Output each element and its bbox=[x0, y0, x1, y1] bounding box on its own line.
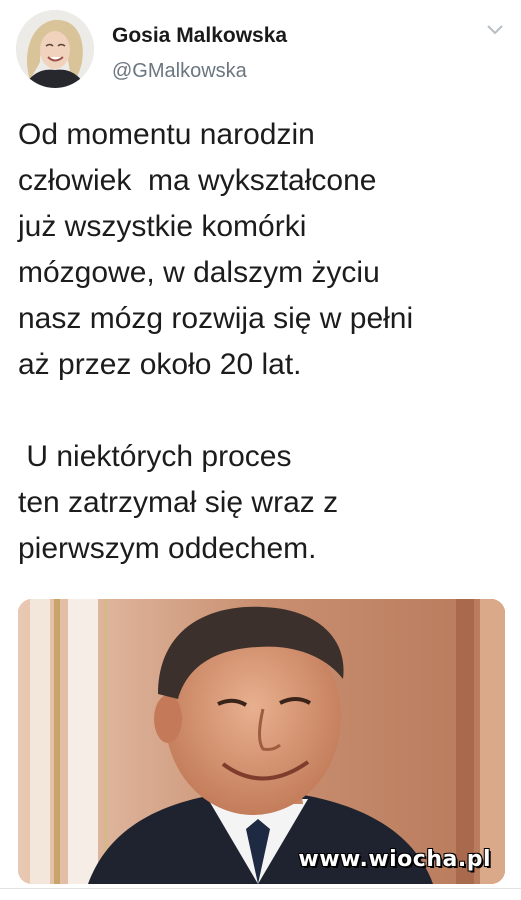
author-name[interactable]: Gosia Malkowska bbox=[112, 24, 287, 48]
avatar-image bbox=[16, 10, 94, 88]
tweet-card: Gosia Malkowska @GMalkowska Od momentu n… bbox=[0, 0, 521, 900]
author-handle[interactable]: @GMalkowska bbox=[112, 60, 247, 83]
avatar[interactable] bbox=[16, 10, 94, 88]
watermark: www.wiocha.pl bbox=[298, 847, 491, 872]
tweet-photo[interactable]: www.wiocha.pl bbox=[18, 599, 505, 884]
chevron-down-icon[interactable] bbox=[486, 24, 504, 36]
divider bbox=[0, 888, 521, 889]
tweet-text: Od momentu narodzin człowiek ma wykształ… bbox=[18, 118, 414, 565]
photo-image bbox=[18, 599, 505, 884]
tweet-header: Gosia Malkowska @GMalkowska bbox=[16, 10, 506, 92]
